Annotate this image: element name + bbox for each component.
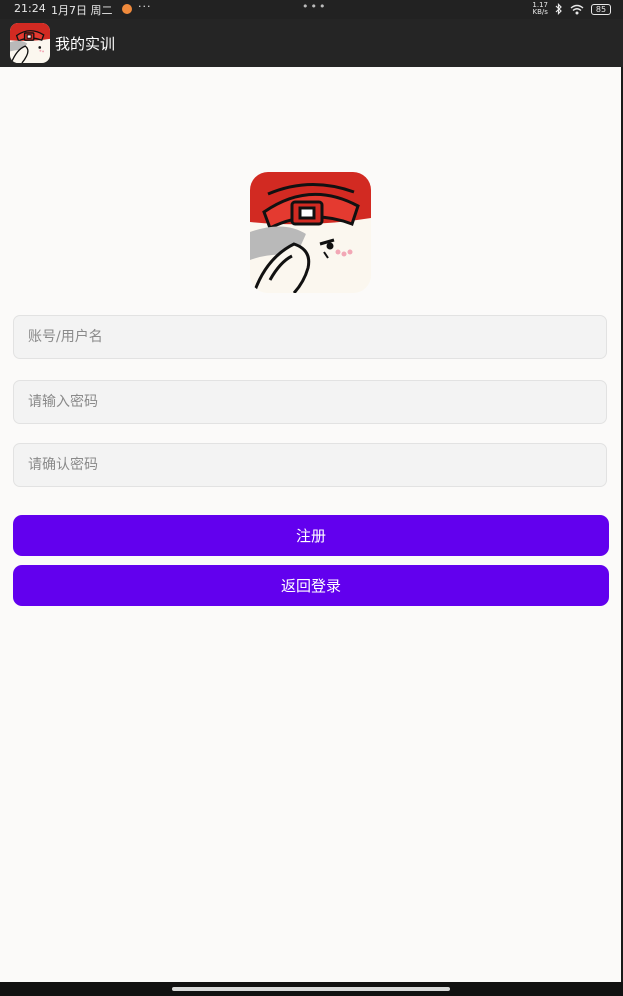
bluetooth-icon	[555, 3, 562, 15]
app-logo-icon	[10, 23, 50, 63]
navigation-bar	[0, 982, 623, 996]
net-speed: 1.17 KB/s	[532, 2, 548, 16]
status-right-group: 1.17 KB/s 85	[532, 2, 611, 16]
status-bar: 21:24 1月7日 周二 ··· ••• 1.17 KB/s 85	[0, 0, 623, 19]
confirm-password-input[interactable]	[13, 443, 607, 487]
app-bar: 我的实训	[0, 19, 623, 67]
register-screen: 21:24 1月7日 周二 ··· ••• 1.17 KB/s 85 我的实训 …	[0, 0, 623, 996]
home-gesture-handle[interactable]	[172, 987, 450, 991]
status-date: 1月7日 周二	[51, 4, 113, 17]
logo-image	[250, 172, 371, 293]
back-to-login-button[interactable]: 返回登录	[13, 565, 609, 606]
net-speed-unit: KB/s	[532, 8, 548, 16]
register-button[interactable]: 注册	[13, 515, 609, 556]
app-title: 我的实训	[55, 35, 116, 53]
wifi-icon	[570, 4, 584, 14]
notification-dot-icon	[122, 4, 132, 14]
status-time: 21:24	[14, 2, 46, 15]
battery-icon: 85	[591, 3, 611, 15]
status-center-dots-icon: •••	[302, 0, 328, 13]
username-input[interactable]	[13, 315, 607, 359]
password-input[interactable]	[13, 380, 607, 424]
more-notifications-icon: ···	[138, 0, 152, 13]
